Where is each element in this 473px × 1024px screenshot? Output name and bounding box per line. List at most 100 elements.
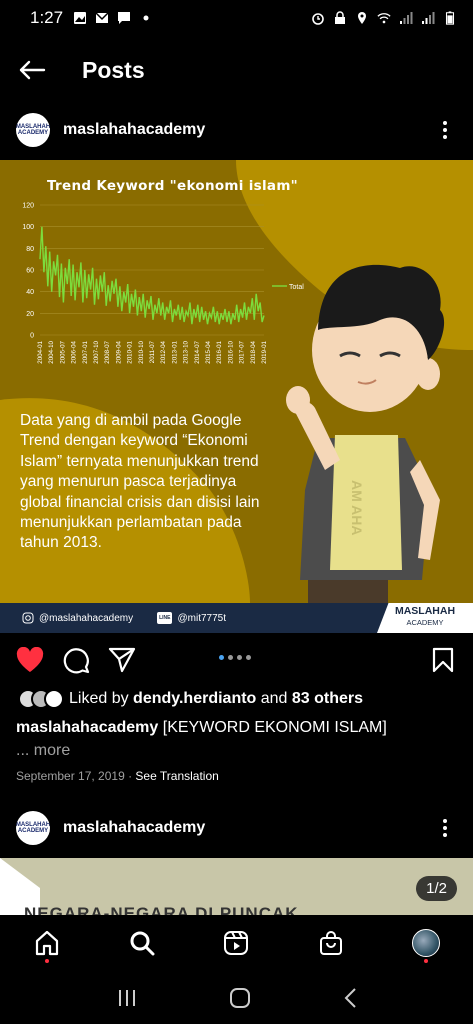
- likes-others[interactable]: 83 others: [292, 690, 363, 708]
- avatar-logo-text: MASLAHAH ACADEMY: [16, 124, 50, 136]
- chart-y-tick-label: 120: [22, 203, 34, 210]
- chart-x-tick-label: 2011-07: [149, 340, 156, 363]
- profile-avatar: [411, 929, 440, 957]
- brand-name: MASLAHAH: [394, 605, 456, 617]
- status-system-icons: [311, 11, 457, 25]
- reels-icon: [224, 931, 249, 955]
- signal-icon-2: [422, 12, 435, 24]
- chart-x-tick-label: 2013-10: [183, 340, 190, 363]
- trend-chart: 020406080100120 2004-01 2004-10 2005-07 200…: [22, 203, 304, 364]
- like-button[interactable]: [16, 646, 44, 674]
- notification-dot: [45, 959, 50, 963]
- footer-instagram-handle: @maslahahacademy: [39, 612, 134, 624]
- instagram-icon: [22, 612, 34, 624]
- post-caption: maslahahacademy [KEYWORD EKONOMI ISLAM] …: [16, 716, 456, 762]
- lock-icon: [335, 11, 345, 24]
- chart-y-tick-label: 40: [26, 289, 34, 296]
- see-translation-link[interactable]: See Translation: [135, 769, 218, 783]
- signal-icon: [400, 12, 413, 24]
- carousel-dot: [246, 655, 251, 660]
- post-date-line: September 17, 2019 · See Translation: [16, 769, 219, 783]
- likes-mid: and: [256, 690, 292, 707]
- likes-prefix: Liked by: [69, 690, 134, 707]
- more-vertical-icon: [443, 819, 447, 837]
- post-date: September 17, 2019: [16, 769, 125, 783]
- chart-x-tick-label: 2016-10: [227, 340, 234, 363]
- shop-icon: [320, 931, 343, 955]
- liker-avatars: [18, 689, 64, 709]
- footer-line-handle: @mit7775t: [177, 612, 226, 624]
- chart-y-tick-label: 100: [22, 224, 34, 231]
- nav-reels[interactable]: [214, 921, 258, 965]
- chart-series-total: [39, 226, 265, 325]
- heart-filled-icon: [16, 647, 44, 672]
- home-system-icon[interactable]: [229, 987, 251, 1009]
- post-image[interactable]: NEGARA-NEGARA DI PUNCAK: [0, 858, 473, 918]
- chart-x-tick-label: 2016-01: [216, 340, 223, 363]
- more-options-button[interactable]: [433, 110, 457, 150]
- chart-x-tick-label: 2013-01: [171, 340, 178, 363]
- liker-avatar: [44, 689, 64, 709]
- chart-x-tick-label: 2017-07: [239, 340, 246, 363]
- chart-x-ticks: 2004-01 2004-10 2005-07 2006-04 2007-01 2007-…: [37, 340, 268, 363]
- share-button[interactable]: [108, 646, 136, 674]
- avatar[interactable]: MASLAHAH ACADEMY: [16, 811, 50, 845]
- chart-x-tick-label: 2008-07: [104, 340, 111, 363]
- chart-x-tick-label: 2007-01: [82, 340, 89, 363]
- brand-sub: ACADEMY: [406, 618, 444, 627]
- carousel-dot: [228, 655, 233, 660]
- chart-y-tick-label: 0: [30, 333, 34, 340]
- more-options-button[interactable]: [433, 808, 457, 848]
- notification-dot: [423, 959, 428, 963]
- system-nav-bar: [0, 971, 473, 1024]
- post-username[interactable]: maslahahacademy: [63, 819, 205, 837]
- chart-x-tick-label: 2012-04: [160, 340, 167, 363]
- location-icon: [358, 12, 366, 24]
- nav-home[interactable]: [25, 921, 69, 965]
- nav-profile[interactable]: [404, 921, 448, 965]
- battery-icon: [445, 11, 455, 25]
- post-header: MASLAHAH ACADEMY maslahahacademy: [0, 800, 473, 856]
- more-vertical-icon: [443, 121, 447, 139]
- save-button[interactable]: [429, 646, 457, 674]
- carousel-dot: [219, 655, 224, 660]
- back-system-icon[interactable]: [343, 987, 357, 1009]
- chart-x-tick-label: 2010-10: [138, 340, 145, 363]
- chart-x-tick-label: 2018-04: [250, 340, 257, 363]
- comment-button[interactable]: [62, 646, 90, 674]
- avatar[interactable]: MASLAHAH ACADEMY: [16, 113, 50, 147]
- back-button[interactable]: [0, 36, 64, 104]
- caption-username[interactable]: maslahahacademy: [16, 719, 158, 736]
- chart-x-tick-label: 2004-01: [37, 340, 44, 363]
- line-icon: LINE: [157, 612, 173, 624]
- infographic-footer: @maslahahacademy LINE @mit7775t MASLAHAH…: [0, 603, 473, 633]
- carousel-indicator: [219, 655, 251, 660]
- post-actions: [0, 640, 473, 680]
- message-icon: [118, 12, 131, 24]
- infographic-body-text: Data yang di ambil pada Google Trend den…: [20, 412, 260, 552]
- post-username[interactable]: maslahahacademy: [63, 121, 205, 139]
- footer-line: LINE @mit7775t: [157, 612, 226, 624]
- status-notification-icons: [73, 11, 153, 25]
- search-icon: [130, 931, 155, 956]
- nav-search[interactable]: [120, 921, 164, 965]
- chart-y-ticks: 0 20 40 60 80 100 120: [22, 203, 34, 340]
- post-image[interactable]: AM AHA Trend Keyword "ekonomi islam" 0 20…: [0, 160, 473, 633]
- page-header: Posts: [0, 36, 473, 104]
- home-icon: [36, 930, 59, 956]
- gallery-icon: [74, 12, 87, 24]
- carousel-dot: [237, 655, 242, 660]
- shirt-print: AM AHA: [349, 480, 365, 535]
- chart-y-tick-label: 80: [26, 246, 34, 253]
- status-bar: 1:27: [0, 0, 473, 36]
- comment-icon: [63, 648, 90, 674]
- likes-summary[interactable]: Liked by dendy.herdianto and 83 others: [18, 687, 363, 711]
- chart-x-tick-label: 2010-01: [127, 340, 134, 363]
- caption-more-link[interactable]: ... more: [16, 739, 456, 762]
- nav-shop[interactable]: [309, 921, 353, 965]
- chart-legend-label: Total: [289, 284, 304, 291]
- avatar-logo-text: MASLAHAH ACADEMY: [16, 822, 50, 834]
- recent-apps-icon[interactable]: [116, 989, 138, 1007]
- likes-user[interactable]: dendy.herdianto: [133, 690, 256, 708]
- wifi-icon: [377, 13, 391, 24]
